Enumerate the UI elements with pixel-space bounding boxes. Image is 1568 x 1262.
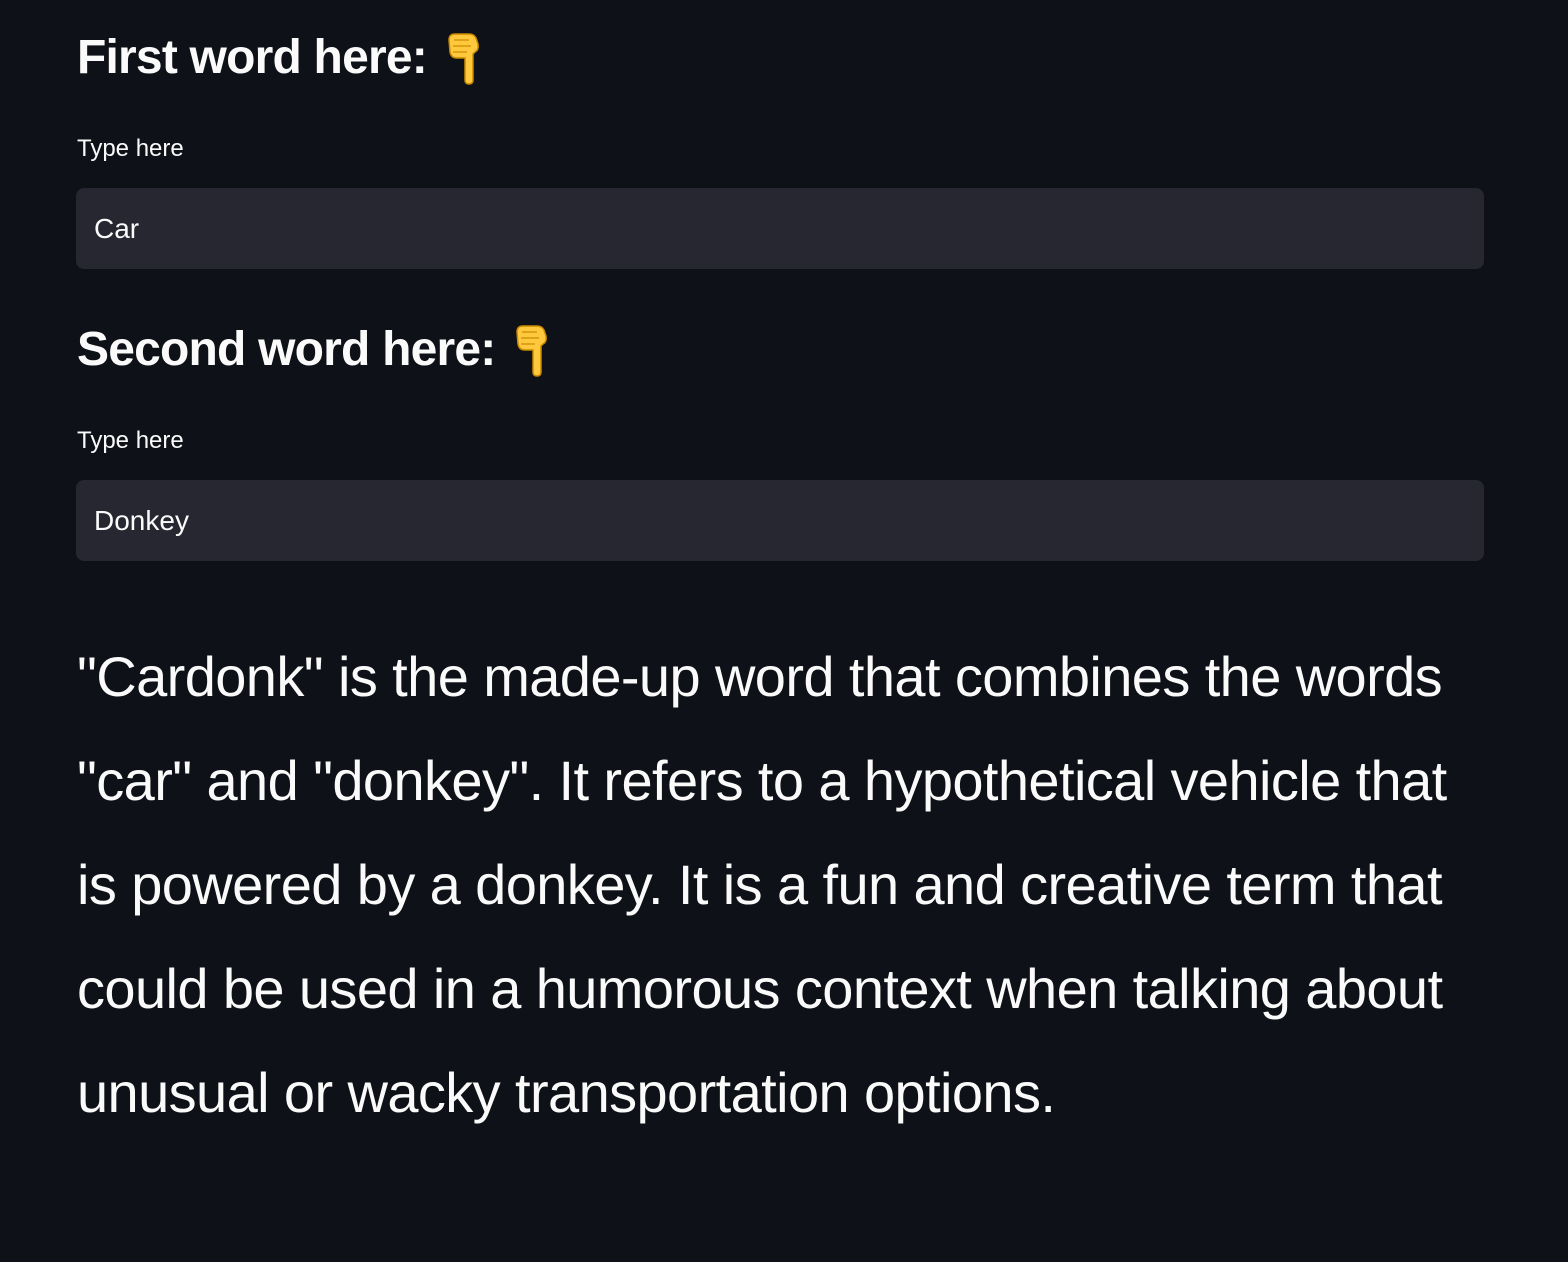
first-word-input[interactable] — [76, 188, 1484, 269]
first-word-heading: First word here: — [77, 28, 485, 88]
second-word-heading: Second word here: — [77, 320, 553, 380]
second-word-input-label: Type here — [77, 427, 184, 454]
second-word-input[interactable] — [76, 480, 1484, 561]
result-text: "Cardonk" is the made-up word that combi… — [77, 645, 1447, 1124]
app-main: First word here: Type here Second word h… — [0, 0, 1568, 1262]
first-word-heading-text: First word here: — [77, 31, 428, 84]
pointing-down-hand-icon — [513, 322, 553, 378]
second-word-heading-text: Second word here: — [77, 323, 496, 376]
pointing-down-hand-icon — [445, 30, 485, 86]
first-word-input-label: Type here — [77, 135, 184, 162]
